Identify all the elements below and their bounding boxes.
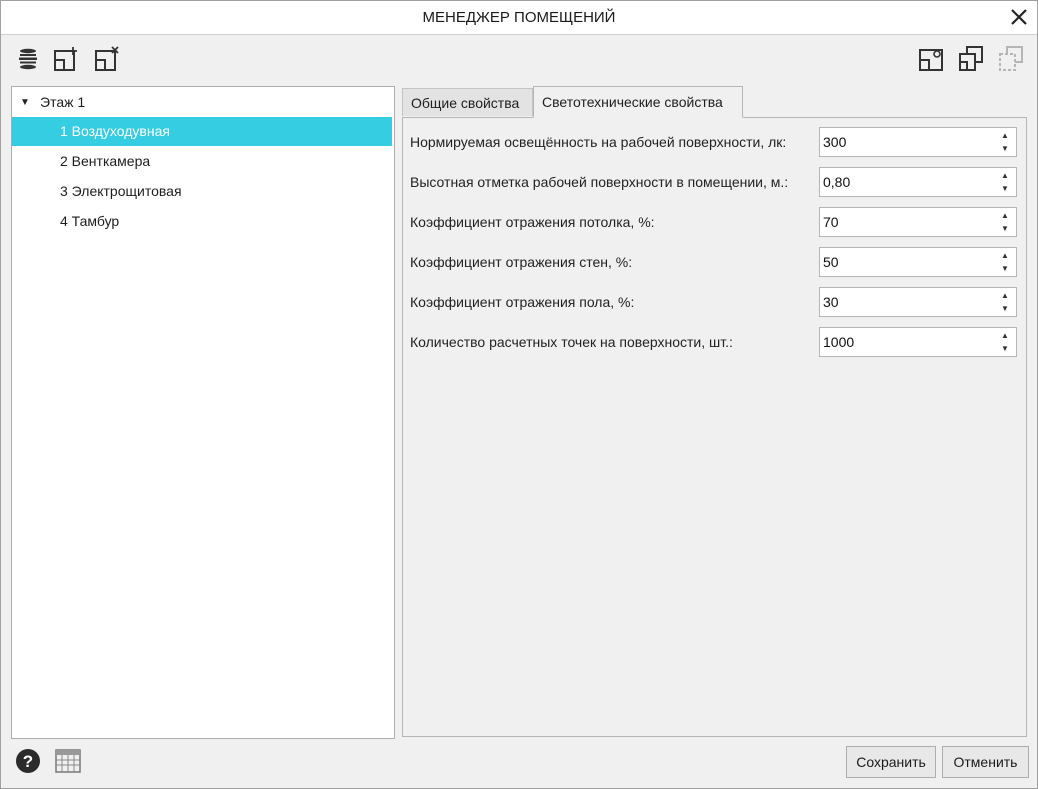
prop-label-wall-reflect: Коэффициент отражения стен, %: [410,254,633,270]
tree-room-label: 2 Венткамера [60,153,151,169]
table-icon[interactable] [55,749,81,773]
wall-reflect-spinbox[interactable]: ▲ ▼ [819,247,1017,277]
help-icon[interactable]: ? [15,748,41,774]
prop-label-calc-points: Количество расчетных точек на поверхност… [410,334,733,350]
tab-label: Общие свойства [411,95,520,111]
spin-down-icon[interactable]: ▼ [1000,303,1010,315]
tree-room-4[interactable]: 4 Тамбур [12,207,392,236]
illuminance-spinbox[interactable]: ▲ ▼ [819,127,1017,157]
illuminance-input[interactable] [823,128,993,156]
spin-up-icon[interactable]: ▲ [1000,290,1010,302]
spin-down-icon[interactable]: ▼ [1000,263,1010,275]
ceiling-reflect-spinbox[interactable]: ▲ ▼ [819,207,1017,237]
window-title: МЕНЕДЖЕР ПОМЕЩЕНИЙ [422,9,616,26]
ceiling-reflect-input[interactable] [823,208,993,236]
spin-down-icon[interactable]: ▼ [1000,143,1010,155]
tab-general[interactable]: Общие свойства [402,88,533,116]
spin-up-icon[interactable]: ▲ [1000,210,1010,222]
title-bar: МЕНЕДЖЕР ПОМЕЩЕНИЙ [1,1,1037,35]
work-height-input[interactable] [823,168,993,196]
wall-reflect-input[interactable] [823,248,993,276]
cancel-button[interactable]: Отменить [942,746,1029,778]
room-settings-icon[interactable] [917,45,945,73]
tree-room-2[interactable]: 2 Венткамера [12,147,392,176]
svg-text:?: ? [23,752,33,771]
add-room-icon[interactable] [52,45,80,73]
expand-arrow-icon[interactable]: ▼ [20,88,30,117]
tree-room-1[interactable]: 1 Воздуходувная [12,117,392,146]
prop-label-ceiling-reflect: Коэффициент отражения потолка, %: [410,214,655,230]
room-tree[interactable]: ▼ Этаж 1 1 Воздуходувная 2 Венткамера 3 … [11,86,395,739]
spin-down-icon[interactable]: ▼ [1000,183,1010,195]
tree-floor-label: Этаж 1 [40,94,86,110]
spin-down-icon[interactable]: ▼ [1000,343,1010,355]
save-button[interactable]: Сохранить [846,746,936,778]
work-height-spinbox[interactable]: ▲ ▼ [819,167,1017,197]
spin-up-icon[interactable]: ▲ [1000,170,1010,182]
prop-label-illuminance: Нормируемая освещённость на рабочей пове… [410,134,787,150]
tab-lighting[interactable]: Светотехнические свойства [533,86,743,118]
paste-room-icon [999,46,1023,71]
floor-reflect-input[interactable] [823,288,993,316]
tree-floor-1[interactable]: ▼ Этаж 1 [12,88,392,117]
spin-up-icon[interactable]: ▲ [1000,330,1010,342]
layers-icon[interactable] [14,45,42,73]
tab-label: Светотехнические свойства [542,94,723,110]
tree-room-label: 3 Электрощитовая [60,183,182,199]
floor-reflect-spinbox[interactable]: ▲ ▼ [819,287,1017,317]
prop-label-floor-reflect: Коэффициент отражения пола, %: [410,294,635,310]
close-icon[interactable] [1007,5,1031,29]
tree-room-3[interactable]: 3 Электрощитовая [12,177,392,206]
prop-label-work-height: Высотная отметка рабочей поверхности в п… [410,174,789,190]
tree-room-label: 1 Воздуходувная [60,123,170,139]
room-manager-window: МЕНЕДЖЕР ПОМЕЩЕНИЙ ▼ Этаж 1 1 Воздуходув… [0,0,1038,789]
tree-room-label: 4 Тамбур [60,213,120,229]
calc-points-spinbox[interactable]: ▲ ▼ [819,327,1017,357]
spin-down-icon[interactable]: ▼ [1000,223,1010,235]
spin-up-icon[interactable]: ▲ [1000,250,1010,262]
spin-up-icon[interactable]: ▲ [1000,130,1010,142]
copy-room-icon[interactable] [957,45,985,73]
delete-room-icon[interactable] [93,45,121,73]
calc-points-input[interactable] [823,328,993,356]
